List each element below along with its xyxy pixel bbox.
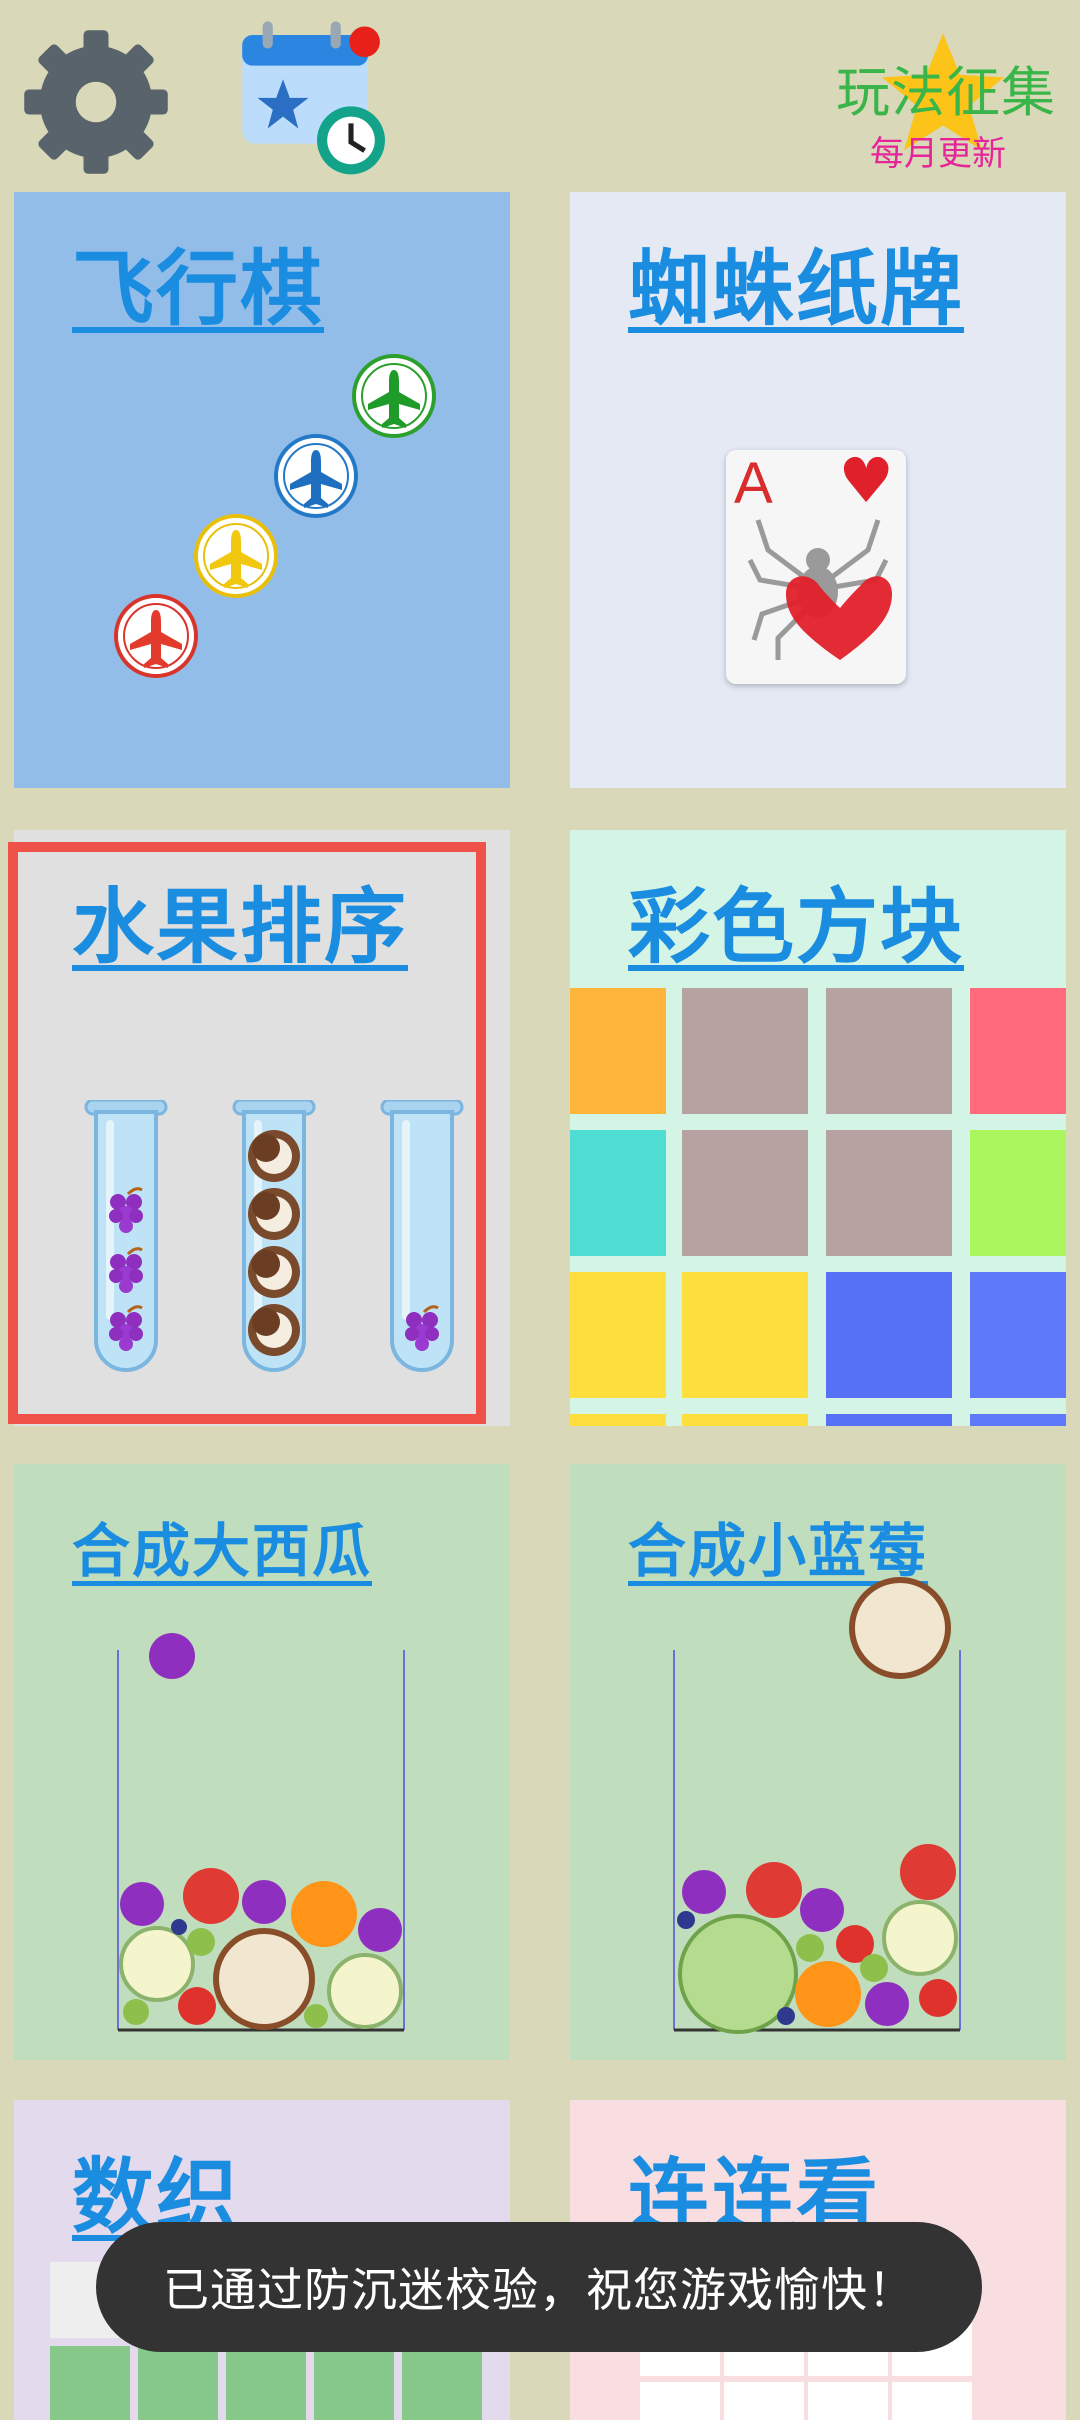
promo-title: 玩法征集 <box>836 61 1056 124</box>
grid-cell <box>724 2382 804 2420</box>
color-block <box>570 1272 666 1398</box>
grid-cell <box>402 2346 482 2420</box>
grid-cell <box>138 2346 218 2420</box>
calendar-clock-icon[interactable] <box>232 18 402 188</box>
color-block <box>682 988 808 1114</box>
fruit-container-illustration <box>673 1577 961 2034</box>
game-tile-spider-solitaire[interactable]: 蜘蛛纸牌 A ♥ <box>570 192 1066 788</box>
color-block <box>570 988 666 1114</box>
game-title: 水果排序 <box>72 880 409 975</box>
spider-heart-icon <box>748 519 892 660</box>
grid-cell <box>50 2346 130 2420</box>
card-rank: A <box>734 451 773 516</box>
playing-card: A ♥ <box>726 444 906 684</box>
color-block <box>826 988 952 1114</box>
game-tile-merge-blueberry[interactable]: 合成小蓝莓 <box>570 1464 1066 2060</box>
fruit-container-illustration <box>117 1633 405 2032</box>
color-block <box>682 1272 808 1398</box>
promo-button[interactable]: 玩法征集 每月更新 <box>820 28 1060 178</box>
grid-cell <box>640 2382 720 2420</box>
color-block <box>970 1414 1066 1426</box>
color-block <box>970 1130 1066 1256</box>
grid-cell <box>314 2346 394 2420</box>
gear-icon[interactable] <box>18 24 174 180</box>
color-block <box>682 1130 808 1256</box>
game-tile-fruit-sort[interactable]: 水果排序 <box>14 830 510 1426</box>
grid-cell <box>808 2382 888 2420</box>
promo-subtitle: 每月更新 <box>870 134 1006 174</box>
toast-message: 已通过防沉迷校验，祝您游戏愉快！ <box>96 2222 982 2352</box>
color-block <box>826 1414 952 1426</box>
color-block <box>970 988 1066 1114</box>
color-block <box>826 1272 952 1398</box>
grid-cell <box>226 2346 306 2420</box>
grid-cell <box>892 2382 972 2420</box>
color-block <box>826 1130 952 1256</box>
card-suit: ♥ <box>838 444 894 517</box>
game-title: 蜘蛛纸牌 <box>628 242 965 337</box>
top-bar: 玩法征集 每月更新 <box>0 0 1080 190</box>
color-block <box>682 1414 808 1426</box>
color-block <box>570 1130 666 1256</box>
game-tile-merge-watermelon[interactable]: 合成大西瓜 <box>14 1464 510 2060</box>
game-tile-color-blocks[interactable]: 彩色方块 <box>570 830 1066 1426</box>
test-tubes-illustration <box>84 1100 464 1372</box>
plane-tokens-illustration <box>114 354 436 678</box>
color-block <box>570 1414 666 1426</box>
color-block <box>970 1272 1066 1398</box>
game-title: 飞行棋 <box>72 242 325 337</box>
game-tile-ludo[interactable]: 飞行棋 <box>14 192 510 788</box>
game-title: 彩色方块 <box>628 880 965 975</box>
